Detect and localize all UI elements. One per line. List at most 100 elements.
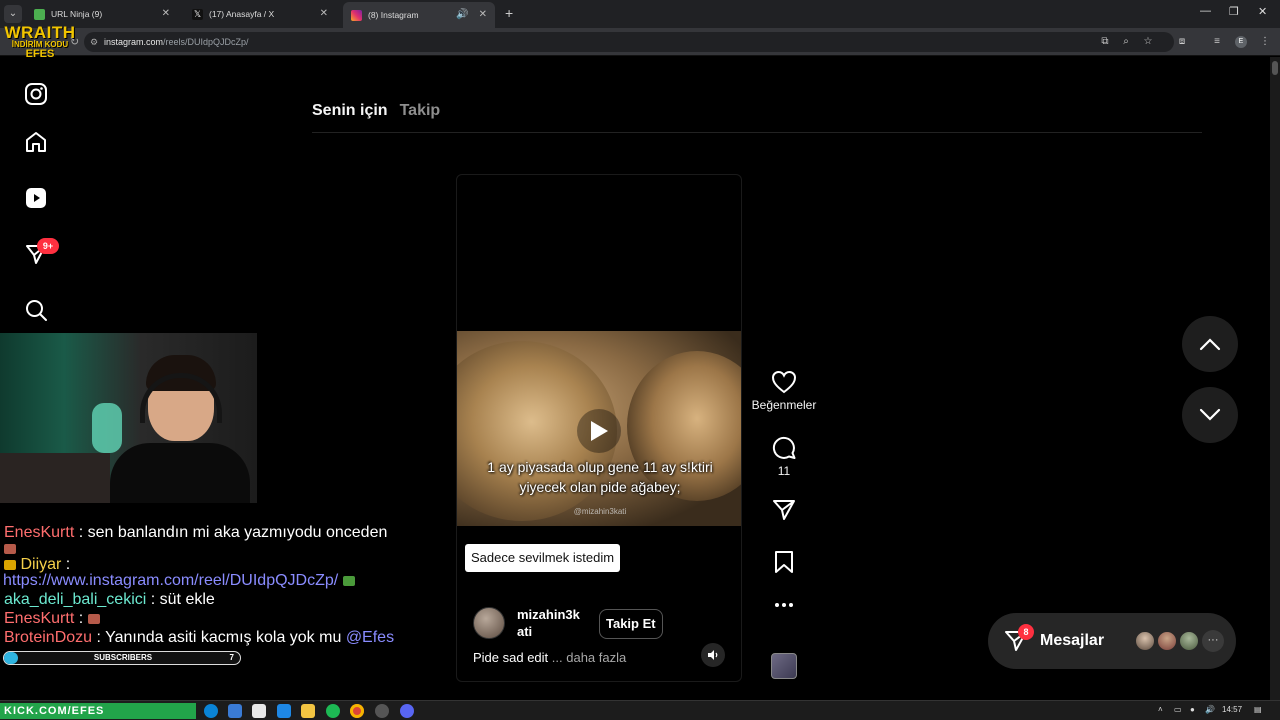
media-controls-icon[interactable]: ≡: [1210, 35, 1224, 49]
spotify-icon[interactable]: [326, 704, 340, 718]
volume-icon[interactable]: 🔊: [1205, 705, 1215, 714]
chat-mention: @Efes: [345, 629, 395, 646]
tray-expand-icon[interactable]: ˄: [1158, 705, 1163, 714]
username-line: ati: [517, 624, 533, 639]
description-text: Pide sad edit: [473, 650, 549, 665]
chat-text: :: [65, 556, 71, 573]
tab-title: (8) Instagram: [368, 10, 419, 20]
address-bar: ↻ ⚙ instagram.com/reels/DUIdpQJDcZp/ ⧉ ⌕…: [0, 28, 1280, 56]
home-icon[interactable]: [22, 128, 50, 156]
url-path: /reels/DUIdpQJDcZp/: [163, 37, 249, 47]
sound-toggle[interactable]: [701, 643, 725, 667]
avatar: [1178, 630, 1200, 652]
logo-line: WRAITH: [4, 23, 76, 42]
follow-button[interactable]: Takip Et: [599, 609, 663, 639]
audio-chip[interactable]: Sadece sevilmek istedim: [465, 544, 621, 572]
close-tab-icon[interactable]: ✕: [479, 2, 487, 28]
site-info-icon[interactable]: ⚙: [90, 32, 98, 52]
video-watermark: @mizahin3kati: [573, 507, 627, 516]
extensions-icon[interactable]: ⧈: [1175, 35, 1189, 49]
chat-text: :: [78, 610, 84, 627]
browser-menu-icon[interactable]: ⋮: [1258, 35, 1272, 49]
mute-tab-icon[interactable]: 🔊: [456, 2, 468, 28]
chat-text: : Yanında asiti kacmış kola yok mu: [96, 629, 342, 646]
reel-player[interactable]: 1 ay piyasada olup gene 11 ay s!ktiri yi…: [456, 174, 742, 682]
edge-icon[interactable]: [204, 704, 218, 718]
instagram-logo-icon[interactable]: [22, 80, 50, 108]
badge-icon: [4, 559, 16, 570]
divider: [312, 132, 1202, 133]
chat-username: aka_deli_bali_cekici: [4, 591, 147, 608]
bookmark-icon: [775, 551, 793, 573]
browser-tab-bar: ⌄ URL Ninja (9) ✕ 𝕏 (17) Anasayfa / X ✕ …: [0, 0, 1280, 28]
stream-brand-banner: KICK.COM/EFES: [0, 703, 196, 719]
page-scrollbar[interactable]: [1270, 57, 1280, 700]
original-audio-thumbnail[interactable]: [771, 653, 797, 679]
browser-tab-url-ninja[interactable]: URL Ninja (9) ✕: [26, 3, 178, 25]
tab-following[interactable]: Takip: [400, 102, 441, 120]
avatar[interactable]: [473, 607, 505, 639]
messages-badge: 8: [1018, 624, 1034, 640]
chat-link[interactable]: https://www.instagram.com/reel/DUIdpQJDc…: [3, 572, 338, 589]
url-field[interactable]: ⚙ instagram.com/reels/DUIdpQJDcZp/: [84, 32, 1174, 52]
comment-count: 11: [777, 464, 791, 478]
microphone-icon[interactable]: ●: [1190, 705, 1195, 714]
subscriber-goal-bar: SUBSCRIBERS 7: [3, 651, 241, 665]
tab-search-button[interactable]: ⌄: [4, 5, 22, 23]
streamer-webcam: [0, 333, 257, 503]
chevron-up-icon: [1199, 338, 1221, 351]
messages-panel-button[interactable]: 8 Mesajlar ···: [988, 613, 1236, 669]
more-dots-icon: [775, 603, 793, 607]
chat-emote-icon: [4, 543, 16, 554]
more-options-button[interactable]: [745, 602, 823, 608]
bookmark-star-icon[interactable]: ☆: [1141, 35, 1155, 49]
discord-icon[interactable]: [400, 704, 414, 718]
app-icon[interactable]: [228, 704, 242, 718]
previous-reel-button[interactable]: [1182, 316, 1238, 372]
more-dots-icon: ···: [1202, 630, 1224, 652]
new-tab-button[interactable]: +: [505, 5, 513, 21]
tab-for-you[interactable]: Senin için: [312, 102, 388, 120]
zoom-icon[interactable]: ⌕: [1119, 35, 1133, 49]
install-app-icon[interactable]: ⧉: [1098, 35, 1112, 49]
mail-icon[interactable]: [277, 704, 291, 718]
share-button[interactable]: [745, 498, 823, 522]
chrome-icon[interactable]: [350, 704, 364, 718]
search-icon[interactable]: [22, 296, 50, 324]
reel-video[interactable]: 1 ay piyasada olup gene 11 ay s!ktiri yi…: [457, 331, 741, 526]
reels-icon[interactable]: [22, 184, 50, 212]
clock[interactable]: 14:57: [1222, 705, 1242, 714]
chat-text: : sen banlandın mi aka yazmıyodu onceden: [78, 524, 388, 541]
webcam-person-body: [110, 443, 250, 503]
obs-icon[interactable]: [375, 704, 389, 718]
network-icon[interactable]: ▭: [1174, 705, 1182, 714]
close-tab-icon[interactable]: ✕: [162, 3, 170, 25]
browser-tab-x[interactable]: 𝕏 (17) Anasayfa / X ✕: [184, 3, 336, 25]
scrollbar-thumb[interactable]: [1272, 61, 1278, 75]
caption-line: 1 ay piyasada olup gene 11 ay s!ktiri: [487, 459, 713, 475]
notifications-icon[interactable]: ▤: [1254, 705, 1262, 714]
chat-emote-icon: [342, 575, 355, 586]
comment-button[interactable]: 11: [745, 434, 823, 478]
reel-description: Pide sad edit ... daha fazla: [473, 650, 626, 665]
profile-avatar[interactable]: E: [1235, 36, 1247, 48]
restore-icon[interactable]: ❐: [1229, 5, 1239, 18]
more-link[interactable]: ... daha fazla: [552, 650, 626, 665]
minimize-icon[interactable]: —: [1200, 5, 1211, 17]
close-window-icon[interactable]: ✕: [1258, 5, 1267, 18]
instagram-favicon-icon: [351, 9, 362, 21]
save-button[interactable]: [745, 550, 823, 574]
like-button[interactable]: Beğenmeler: [745, 370, 823, 412]
play-icon[interactable]: [577, 409, 621, 453]
notification-badge: 9+: [37, 238, 59, 254]
avatar: [1156, 630, 1178, 652]
reel-username[interactable]: mizahin3k ati: [517, 606, 589, 640]
browser-tab-instagram[interactable]: (8) Instagram 🔊 ✕: [343, 2, 495, 28]
chat-username: EnesKurtt: [4, 610, 75, 627]
chat-username: Diiyar: [20, 556, 62, 573]
next-reel-button[interactable]: [1182, 387, 1238, 443]
close-tab-icon[interactable]: ✕: [320, 3, 328, 25]
store-icon[interactable]: [252, 704, 266, 718]
folder-icon[interactable]: [301, 704, 315, 718]
like-label: Beğenmeler: [751, 398, 817, 412]
